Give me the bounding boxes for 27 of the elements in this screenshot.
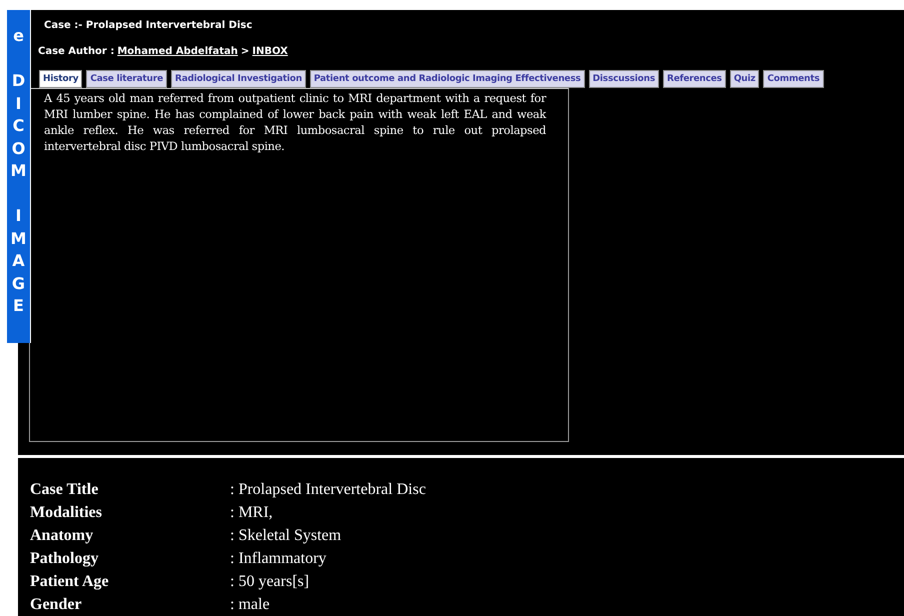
detail-label: Anatomy — [30, 526, 94, 546]
detail-label: Patient Age — [30, 572, 110, 592]
breadcrumb-separator: > — [240, 46, 250, 59]
tab[interactable]: Case literature — [86, 70, 167, 88]
detail-value: : Skeletal System — [230, 526, 342, 546]
detail-label: Modalities — [30, 503, 103, 523]
tab[interactable]: Patient outcome and Radiologic Imaging Effectiveness — [310, 70, 585, 88]
detail-value: : MRI, — [230, 503, 274, 523]
author-link[interactable]: Mohamed Abdelfatah — [117, 46, 238, 60]
detail-value: : Inflammatory — [230, 549, 328, 569]
case-title: Case :- Prolapsed Intervertebral Disc — [43, 19, 254, 33]
side-tab[interactable]: e DICOM IMAGE — [7, 10, 31, 343]
inbox-link[interactable]: INBOX — [252, 46, 288, 60]
history-text: A 45 years old man referred from outpatient clinic to MRI department with a request for MRI lumber spine. He has complained of lower back pain with weak left EAL and weak ankle reflex. He was referred for MRI lumbosacral spine to rule out prolapsed intervertebral disc PIVD lumbosacral spine. — [44, 91, 546, 155]
detail-label: Gender — [30, 595, 83, 615]
tab[interactable]: Quiz — [730, 70, 760, 88]
detail-value: : Prolapsed Intervertebral Disc — [230, 480, 427, 500]
tab[interactable]: Comments — [763, 70, 824, 88]
tab[interactable]: References — [663, 70, 726, 88]
author-label: Case Author : — [38, 46, 114, 59]
detail-label: Case Title — [30, 480, 100, 500]
tab[interactable]: Disscussions — [588, 70, 659, 88]
detail-value: : male — [230, 595, 271, 615]
tab[interactable]: Radiological Investigation — [171, 70, 306, 88]
detail-label: Pathology — [30, 549, 100, 569]
tab[interactable]: History — [39, 70, 82, 88]
detail-value: : 50 years[s] — [230, 572, 310, 592]
